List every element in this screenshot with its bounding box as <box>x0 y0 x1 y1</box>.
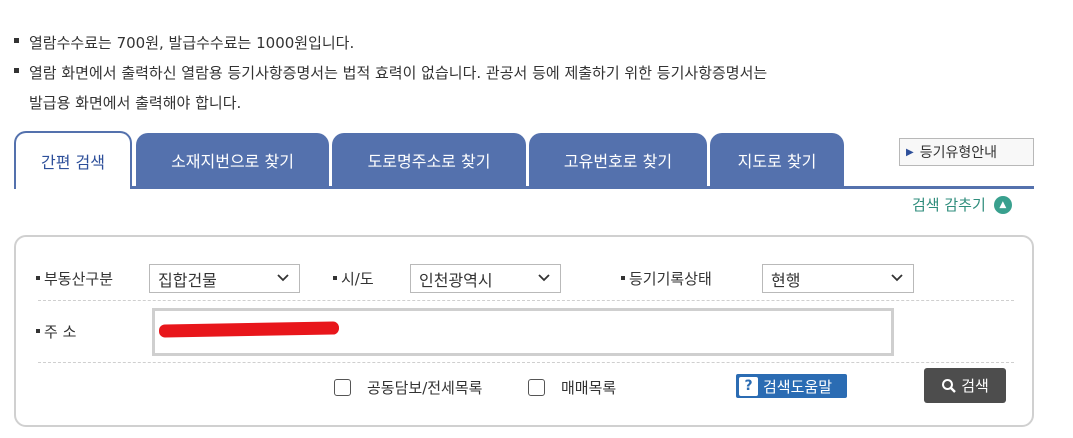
search-tabs: 간편 검색 소재지번으로 찾기 도로명주소로 찾기 고유번호로 찾기 지도로 찾… <box>14 131 1034 189</box>
sale-list-checkbox[interactable]: 매매목록 <box>528 377 616 398</box>
row-divider <box>38 362 1014 363</box>
tab-map[interactable]: 지도로 찾기 <box>710 133 844 187</box>
notice-fee: 열람수수료는 700원, 발급수수료는 1000원입니다. <box>14 32 354 53</box>
question-icon: ? <box>739 376 758 396</box>
record-status-value: 현행 <box>771 270 801 290</box>
checkbox-box[interactable] <box>528 379 545 396</box>
search-help-button[interactable]: ? 검색도움말 <box>736 374 847 398</box>
notice-legal-text: 열람 화면에서 출력하신 열람용 등기사항증명서는 법적 효력이 없습니다. 관… <box>29 64 768 82</box>
tab-unique-number[interactable]: 고유번호로 찾기 <box>529 133 707 187</box>
address-label-text: 주 소 <box>44 323 77 341</box>
record-status-label-text: 등기기록상태 <box>629 270 712 288</box>
notice-legal-cont-text: 발급용 화면에서 출력해야 합니다. <box>29 94 242 112</box>
bullet-icon <box>14 68 19 73</box>
chevron-up-icon: ▲ <box>993 195 1012 214</box>
bullet-icon <box>333 275 337 280</box>
chevron-right-icon: ▶ <box>906 146 914 158</box>
region-value: 인천광역시 <box>419 270 493 290</box>
guide-button-label: 등기유형안내 <box>919 145 997 161</box>
address-label: 주 소 <box>36 321 76 342</box>
search-panel: 부동산구분 집합건물 시/도 인천광역시 등기기록상태 현행 주 소 공동담보/… <box>14 235 1034 427</box>
search-button[interactable]: 검색 <box>924 368 1006 403</box>
tab-simple-search[interactable]: 간편 검색 <box>14 131 132 189</box>
joint-collateral-checkbox[interactable]: 공동담보/전세목록 <box>334 377 482 398</box>
region-select[interactable]: 인천광역시 <box>410 264 561 293</box>
chevron-down-icon <box>538 274 550 282</box>
property-type-select[interactable]: 집합건물 <box>149 264 300 293</box>
property-type-label: 부동산구분 <box>36 268 113 289</box>
property-type-label-text: 부동산구분 <box>44 270 114 288</box>
notice-fee-text: 열람수수료는 700원, 발급수수료는 1000원입니다. <box>29 34 355 52</box>
bullet-icon <box>621 275 625 280</box>
tab-lot-number[interactable]: 소재지번으로 찾기 <box>136 133 329 187</box>
checkbox-box[interactable] <box>334 379 351 396</box>
bullet-icon <box>36 275 40 280</box>
address-input[interactable] <box>152 308 894 356</box>
bullet-icon <box>14 38 19 43</box>
property-type-value: 집합건물 <box>158 270 217 290</box>
tab-road-address[interactable]: 도로명주소로 찾기 <box>332 133 526 187</box>
registry-type-guide-button[interactable]: ▶ 등기유형안내 <box>899 138 1034 166</box>
record-status-label: 등기기록상태 <box>621 268 712 289</box>
hide-search-toggle[interactable]: 검색 감추기 ▲ <box>912 194 1012 215</box>
search-help-label: 검색도움말 <box>763 377 833 396</box>
sale-list-label: 매매목록 <box>561 379 617 397</box>
region-label: 시/도 <box>333 268 374 289</box>
hide-search-label: 검색 감추기 <box>912 196 986 214</box>
row-divider <box>38 300 1014 301</box>
chevron-down-icon <box>891 274 903 282</box>
search-icon <box>942 378 957 393</box>
region-label-text: 시/도 <box>341 270 374 288</box>
record-status-select[interactable]: 현행 <box>762 264 914 293</box>
notice-legal-cont: 발급용 화면에서 출력해야 합니다. <box>29 92 241 113</box>
search-button-label: 검색 <box>961 377 989 395</box>
joint-collateral-label: 공동담보/전세목록 <box>367 379 483 397</box>
notice-legal: 열람 화면에서 출력하신 열람용 등기사항증명서는 법적 효력이 없습니다. 관… <box>14 62 767 83</box>
redaction-mark <box>158 321 340 338</box>
chevron-down-icon <box>277 274 289 282</box>
bullet-icon <box>36 328 40 333</box>
